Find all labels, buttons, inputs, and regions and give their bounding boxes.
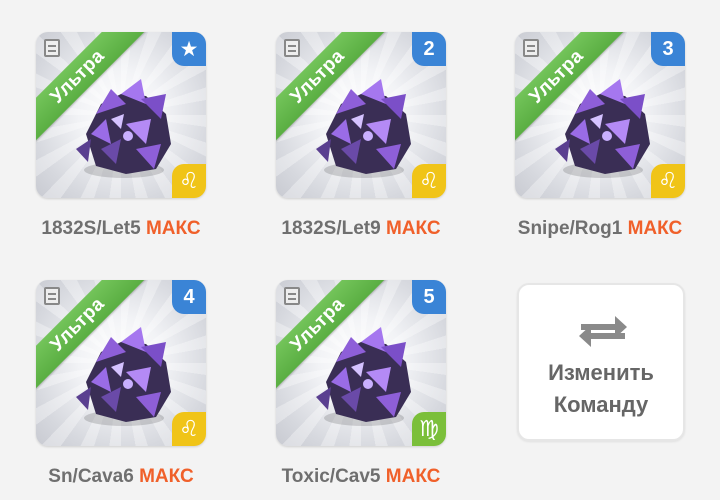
monster-card[interactable]: Ультра 3 ♌ Snipe/Rog1 МАКС: [515, 32, 685, 252]
slot-badge: 2: [412, 32, 446, 66]
monster-tile[interactable]: Ультра 5 ♍: [276, 280, 446, 446]
monster-card[interactable]: Ультра 4 ♌ Sn/Cava6 МАКС: [36, 280, 206, 500]
monster-card[interactable]: Ультра ★ ♌ 1832S/Let5 МАКС: [36, 32, 206, 252]
level-label: МАКС: [139, 466, 194, 487]
slot-badge: ★: [172, 32, 206, 66]
leo-icon: ♌: [179, 416, 199, 441]
document-icon[interactable]: [523, 39, 539, 57]
monster-name: Toxic/Cav5: [281, 466, 381, 487]
leo-icon: ♌: [419, 168, 439, 193]
monster-caption: Sn/Cava6 МАКС: [16, 466, 226, 488]
virgo-icon: ♍: [419, 416, 439, 441]
document-icon[interactable]: [44, 287, 60, 305]
document-icon[interactable]: [284, 287, 300, 305]
level-label: МАКС: [627, 218, 683, 239]
monster-caption: 1832S/Let5 МАКС: [16, 218, 226, 240]
monster-name: Snipe/Rog1: [517, 218, 623, 239]
level-label: МАКС: [385, 466, 441, 487]
level-label: МАКС: [385, 218, 441, 239]
level-label: МАКС: [145, 218, 201, 239]
change-team-line1: Изменить: [548, 360, 654, 385]
zodiac-badge: ♌: [172, 164, 206, 198]
monster-name: 1832S/Let9: [281, 218, 381, 239]
slot-badge: 5: [412, 280, 446, 314]
zodiac-badge: ♌: [651, 164, 685, 198]
slot-badge: 4: [172, 280, 206, 314]
monster-name: Sn/Cava6: [48, 466, 134, 487]
zodiac-badge: ♌: [172, 412, 206, 446]
change-team-button[interactable]: Изменить Команду: [517, 283, 685, 441]
monster-card[interactable]: Ультра 2 ♌ 1832S/Let9 МАКС: [276, 32, 446, 252]
monster-name: 1832S/Let5: [41, 218, 141, 239]
monster-caption: Snipe/Rog1 МАКС: [495, 218, 705, 240]
document-icon[interactable]: [44, 39, 60, 57]
change-team-line2: Команду: [553, 392, 649, 417]
leo-icon: ♌: [179, 168, 199, 193]
zodiac-badge: ♍: [412, 412, 446, 446]
star-icon: ★: [179, 37, 199, 61]
change-team-label: Изменить Команду: [519, 357, 683, 421]
monster-caption: 1832S/Let9 МАКС: [256, 218, 466, 240]
zodiac-badge: ♌: [412, 164, 446, 198]
monster-tile[interactable]: Ультра 2 ♌: [276, 32, 446, 198]
document-icon[interactable]: [284, 39, 300, 57]
monster-caption: Toxic/Cav5 МАКС: [256, 466, 466, 488]
monster-card[interactable]: Ультра 5 ♍ Toxic/Cav5 МАКС: [276, 280, 446, 500]
swap-arrows-icon: [579, 316, 627, 347]
monster-tile[interactable]: Ультра ★ ♌: [36, 32, 206, 198]
slot-badge: 3: [651, 32, 685, 66]
monster-tile[interactable]: Ультра 3 ♌: [515, 32, 685, 198]
monster-tile[interactable]: Ультра 4 ♌: [36, 280, 206, 446]
leo-icon: ♌: [658, 168, 678, 193]
